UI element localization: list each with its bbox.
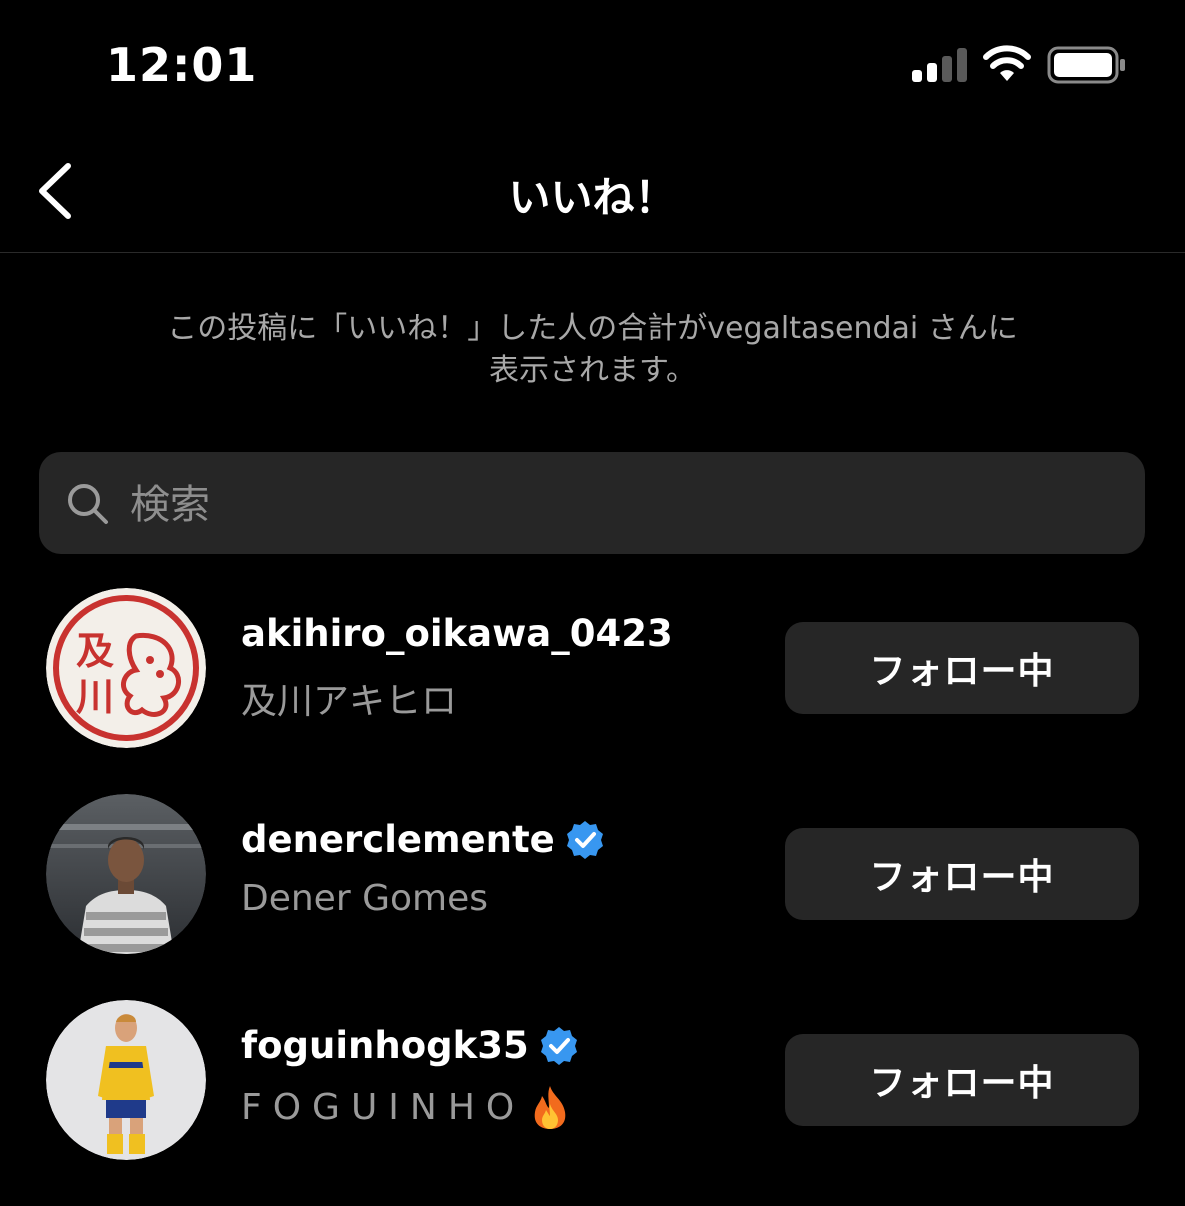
verified-badge-icon: [566, 820, 603, 859]
page-title: いいね！: [508, 173, 677, 222]
full-name: FOGUINHO: [241, 1086, 526, 1128]
status-time: 12:01: [106, 38, 258, 92]
username[interactable]: foguinhogk35: [241, 1024, 529, 1067]
goalkeeper-photo-avatar[interactable]: [46, 1000, 206, 1160]
verified-badge-icon: [540, 1026, 577, 1065]
fire-icon: [534, 1086, 566, 1129]
username-line: akihiro_oikawa_0423: [241, 612, 673, 655]
following-button[interactable]: フォロー中: [785, 622, 1139, 714]
signal-icon: [912, 48, 967, 82]
likes-info-text: この投稿に「いいね！」した人の合計がvegaltasendai さんに 表示され…: [100, 308, 1085, 392]
avatar-stamp-char-1: 及: [76, 628, 114, 673]
wifi-icon: [983, 45, 1031, 81]
full-name: 及川アキヒロ: [241, 681, 458, 722]
username-line: denerclemente: [241, 818, 605, 861]
info-line-1: この投稿に「いいね！」した人の合計がvegaltasendai さんに: [167, 311, 1018, 346]
following-button[interactable]: フォロー中: [785, 1034, 1139, 1126]
username[interactable]: denerclemente: [241, 818, 555, 861]
full-name: Dener Gomes: [241, 878, 488, 919]
following-button[interactable]: フォロー中: [785, 828, 1139, 920]
user-row-akihiro-oikawa[interactable]: 及 川 akihiro_oikawa_0423 及川アキヒロ フォロー中: [0, 588, 1185, 794]
user-row-denerclemente[interactable]: denerclemente Dener Gomes フォロー中: [0, 794, 1185, 1000]
user-row-foguinhogk35[interactable]: foguinhogk35 FOGUINHO フォロー中: [0, 1000, 1185, 1206]
search-input[interactable]: [128, 468, 1122, 542]
username-line: foguinhogk35: [241, 1024, 579, 1067]
battery-icon: [1047, 46, 1125, 84]
username[interactable]: akihiro_oikawa_0423: [241, 612, 673, 655]
search-icon: [68, 484, 108, 524]
player-photo-avatar[interactable]: [46, 794, 206, 954]
status-bar: 12:01: [0, 0, 1185, 130]
avatar-stamp-char-2: 川: [76, 674, 114, 719]
info-line-2: 表示されます。: [489, 353, 696, 388]
hanko-stamp-avatar[interactable]: 及 川: [46, 588, 206, 748]
full-name-line: FOGUINHO: [241, 1084, 573, 1130]
nav-header: いいね！: [0, 130, 1185, 253]
